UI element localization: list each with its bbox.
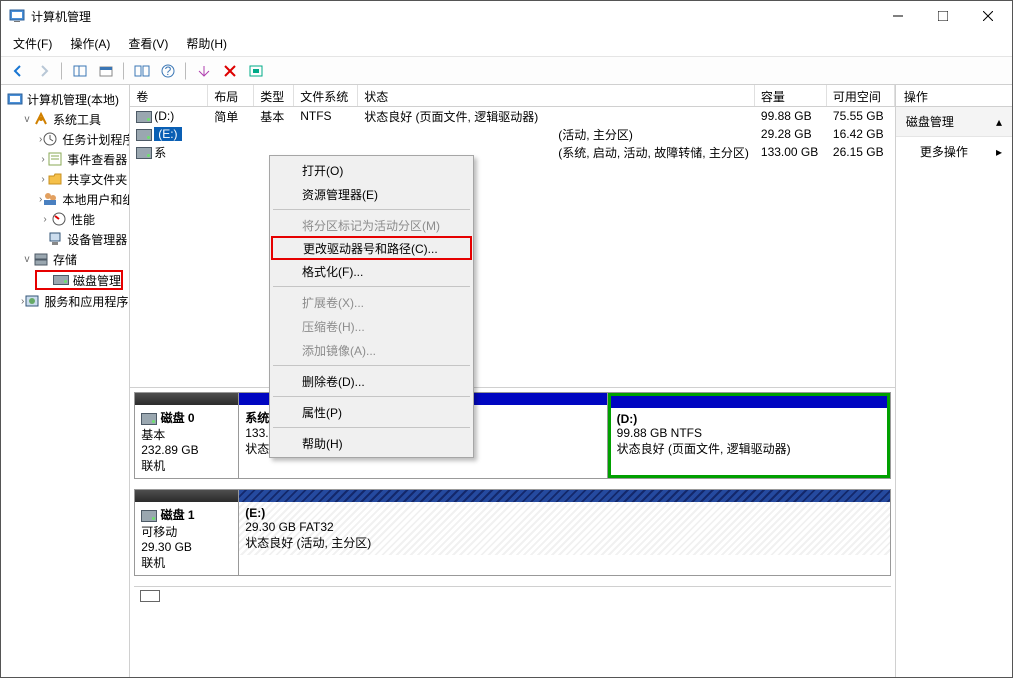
delete-button[interactable] xyxy=(218,60,242,82)
cm-mirror: 添加镜像(A)... xyxy=(272,338,471,362)
tree-root[interactable]: 计算机管理(本地) xyxy=(3,89,127,109)
cm-shrink: 压缩卷(H)... xyxy=(272,314,471,338)
actions-pane: 操作 磁盘管理▴ 更多操作▸ xyxy=(896,85,1012,677)
toolbar-btn-4[interactable] xyxy=(244,60,268,82)
tree-storage[interactable]: v存储 xyxy=(3,249,127,269)
drive-icon xyxy=(136,147,152,159)
table-row[interactable]: (E:) (活动, 主分区) 29.28 GB 16.42 GB xyxy=(130,125,895,143)
properties-button[interactable] xyxy=(94,60,118,82)
titlebar[interactable]: 计算机管理 xyxy=(1,1,1012,31)
forward-button[interactable] xyxy=(32,60,56,82)
volume-grid[interactable]: (D:) 简单 基本 NTFS 状态良好 (页面文件, 逻辑驱动器) 99.88… xyxy=(130,107,895,387)
actions-title: 磁盘管理▴ xyxy=(896,107,1012,137)
menu-action[interactable]: 操作(A) xyxy=(64,33,116,54)
disk-label[interactable]: 磁盘 0 基本 232.89 GB 联机 xyxy=(134,392,238,479)
app-icon xyxy=(9,8,25,24)
disk-graphical-view: 磁盘 0 基本 232.89 GB 联机 系统 (C:) 133.00 GB N… xyxy=(130,387,895,604)
toolbar: ? xyxy=(1,57,1012,85)
cm-delete[interactable]: 删除卷(D)... xyxy=(272,369,471,393)
toolbar-btn-2[interactable] xyxy=(130,60,154,82)
maximize-button[interactable] xyxy=(920,2,965,30)
disk-icon xyxy=(141,413,157,425)
main-content: 卷 布局 类型 文件系统 状态 容量 可用空间 (D:) 简单 基本 NTFS … xyxy=(130,85,896,677)
tree-device-manager[interactable]: 设备管理器 xyxy=(3,229,127,249)
toolbar-btn-3[interactable] xyxy=(192,60,216,82)
computer-management-window: 计算机管理 文件(F) 操作(A) 查看(V) 帮助(H) ? 计算机管理(本 xyxy=(0,0,1013,678)
col-layout[interactable]: 布局 xyxy=(208,85,254,106)
cm-change-drive-letter[interactable]: 更改驱动器号和路径(C)... xyxy=(271,236,472,260)
col-capacity[interactable]: 容量 xyxy=(755,85,827,106)
disk-label[interactable]: 磁盘 1 可移动 29.30 GB 联机 xyxy=(134,489,238,576)
disk-row[interactable]: 磁盘 1 可移动 29.30 GB 联机 (E:) 29.30 GB FAT32… xyxy=(134,489,891,576)
actions-more[interactable]: 更多操作▸ xyxy=(896,137,1012,166)
cm-mark-active: 将分区标记为活动分区(M) xyxy=(272,213,471,237)
tree-system-tools[interactable]: v系统工具 xyxy=(3,109,127,129)
col-status[interactable]: 状态 xyxy=(358,85,755,106)
table-row[interactable]: 系 (系统, 启动, 活动, 故障转储, 主分区) 133.00 GB 26.1… xyxy=(130,143,895,161)
volume-grid-header: 卷 布局 类型 文件系统 状态 容量 可用空间 xyxy=(130,85,895,107)
tree-shared-folders[interactable]: ›共享文件夹 xyxy=(3,169,127,189)
chevron-right-icon: ▸ xyxy=(996,145,1002,159)
menubar: 文件(F) 操作(A) 查看(V) 帮助(H) xyxy=(1,31,1012,57)
svg-text:?: ? xyxy=(165,64,172,78)
back-button[interactable] xyxy=(6,60,30,82)
cm-explorer[interactable]: 资源管理器(E) xyxy=(272,182,471,206)
tree-services-apps[interactable]: ›服务和应用程序 xyxy=(3,291,127,311)
menu-help[interactable]: 帮助(H) xyxy=(180,33,233,54)
cm-help[interactable]: 帮助(H) xyxy=(272,431,471,455)
partition-e[interactable]: (E:) 29.30 GB FAT32 状态良好 (活动, 主分区) xyxy=(239,490,890,575)
tree-event-viewer[interactable]: ›事件查看器 xyxy=(3,149,127,169)
tree-disk-management[interactable]: 磁盘管理 xyxy=(35,270,123,290)
col-fs[interactable]: 文件系统 xyxy=(294,85,358,106)
col-free[interactable]: 可用空间 xyxy=(827,85,895,106)
chevron-up-icon[interactable]: ▴ xyxy=(996,115,1002,129)
table-row[interactable]: (D:) 简单 基本 NTFS 状态良好 (页面文件, 逻辑驱动器) 99.88… xyxy=(130,107,895,125)
minimize-button[interactable] xyxy=(875,2,920,30)
cm-extend: 扩展卷(X)... xyxy=(272,290,471,314)
partition-d[interactable]: (D:) 99.88 GB NTFS 状态良好 (页面文件, 逻辑驱动器) xyxy=(608,393,890,478)
disk-icon xyxy=(141,510,157,522)
tree-performance[interactable]: ›性能 xyxy=(3,209,127,229)
menu-file[interactable]: 文件(F) xyxy=(7,33,58,54)
context-menu: 打开(O) 资源管理器(E) 将分区标记为活动分区(M) 更改驱动器号和路径(C… xyxy=(269,155,474,458)
drive-icon xyxy=(136,129,152,141)
close-button[interactable] xyxy=(965,2,1010,30)
cm-open[interactable]: 打开(O) xyxy=(272,158,471,182)
disk-icon xyxy=(53,275,69,285)
drive-icon xyxy=(136,111,152,123)
col-type[interactable]: 类型 xyxy=(254,85,294,106)
tree-local-users[interactable]: ›本地用户和组 xyxy=(3,189,127,209)
col-volume[interactable]: 卷 xyxy=(130,85,208,106)
navigation-tree[interactable]: 计算机管理(本地) v系统工具 ›任务计划程序 ›事件查看器 ›共享文件夹 ›本… xyxy=(1,85,130,677)
toolbar-btn-1[interactable] xyxy=(68,60,92,82)
actions-header: 操作 xyxy=(896,85,1012,107)
window-title: 计算机管理 xyxy=(31,8,875,25)
disk-row[interactable]: 磁盘 0 基本 232.89 GB 联机 系统 (C:) 133.00 GB N… xyxy=(134,392,891,479)
cm-format[interactable]: 格式化(F)... xyxy=(272,259,471,283)
cm-properties[interactable]: 属性(P) xyxy=(272,400,471,424)
menu-view[interactable]: 查看(V) xyxy=(122,33,174,54)
legend-bar xyxy=(134,586,891,604)
help-button[interactable]: ? xyxy=(156,60,180,82)
tree-task-scheduler[interactable]: ›任务计划程序 xyxy=(3,129,127,149)
